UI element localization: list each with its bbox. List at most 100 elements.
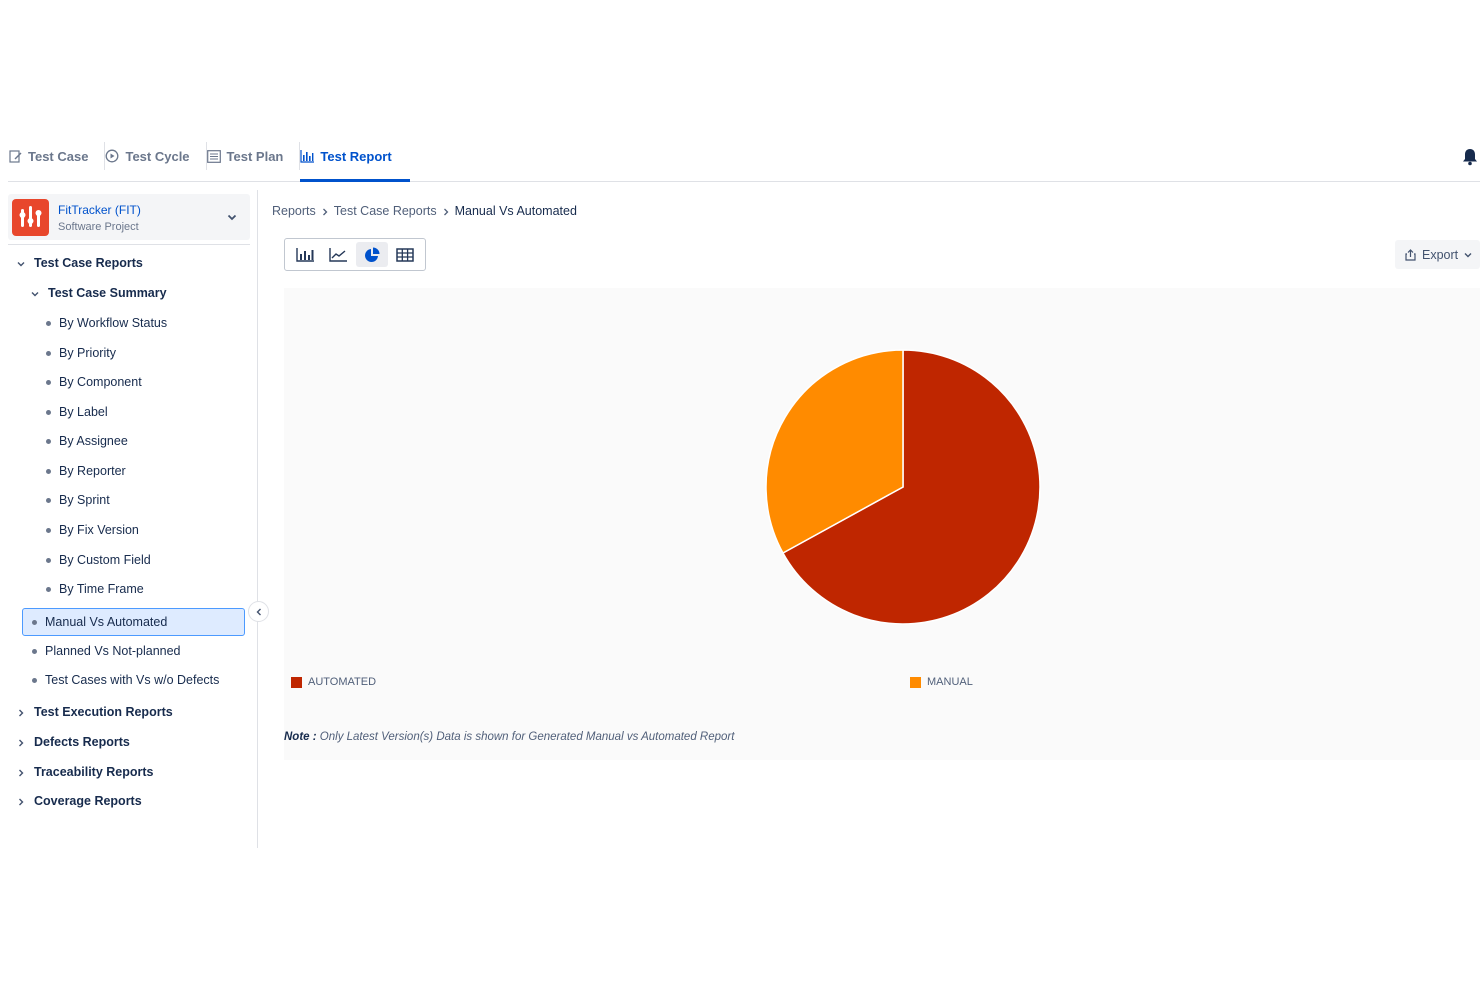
nav-planned-vs-not-planned[interactable]: Planned Vs Not-planned — [32, 644, 181, 658]
bell-icon[interactable] — [1462, 148, 1478, 166]
bar-chart-icon — [296, 247, 314, 262]
nav-test-case-summary[interactable]: Test Case Summary — [30, 286, 167, 300]
nav-label: Manual Vs Automated — [45, 615, 168, 629]
chevron-right-icon — [16, 767, 26, 777]
nav-by-priority[interactable]: By Priority — [46, 346, 116, 360]
chevron-right-icon — [442, 206, 450, 216]
pie-chart-icon — [364, 247, 380, 262]
legend-item-automated[interactable]: AUTOMATED — [291, 676, 376, 688]
chart-type-switch — [284, 238, 426, 271]
nav-coverage-reports[interactable]: Coverage Reports — [16, 794, 142, 808]
chevron-down-icon — [30, 288, 40, 298]
chevron-down-icon — [16, 258, 26, 268]
nav-by-custom-field[interactable]: By Custom Field — [46, 553, 151, 567]
bullet — [32, 677, 37, 683]
project-type: Software Project — [58, 221, 139, 233]
chevron-down-icon — [1464, 252, 1472, 257]
report-note: Note : Only Latest Version(s) Data is sh… — [284, 731, 734, 743]
breadcrumb-current: Manual Vs Automated — [454, 204, 577, 218]
cycle-icon — [105, 149, 119, 163]
nav-label: By Workflow Status — [59, 316, 168, 330]
nav-label: By Time Frame — [59, 582, 144, 596]
bullet — [46, 379, 51, 385]
tab-test-plan[interactable]: Test Plan — [206, 134, 300, 178]
table-icon — [396, 247, 414, 262]
bullet — [46, 557, 51, 563]
chevron-right-icon — [321, 206, 329, 216]
chevron-down-icon — [226, 210, 238, 222]
project-name: FitTracker (FIT) — [58, 203, 141, 217]
legend-label: MANUAL — [927, 676, 973, 688]
pie-chart-view-button[interactable] — [356, 242, 388, 267]
bullet — [46, 438, 51, 444]
nav-test-cases-with-vs-without-defects[interactable]: Test Cases with Vs w/o Defects — [32, 673, 219, 687]
tab-test-case[interactable]: Test Case — [8, 134, 104, 178]
sidebar-collapse-button[interactable] — [248, 601, 269, 622]
nav-label: By Custom Field — [59, 553, 151, 567]
tab-test-cycle[interactable]: Test Cycle — [105, 134, 205, 178]
table-view-button[interactable] — [390, 242, 422, 267]
nav-label: By Assignee — [59, 434, 128, 448]
nav-test-execution-reports[interactable]: Test Execution Reports — [16, 705, 173, 719]
nav-by-workflow-status[interactable]: By Workflow Status — [46, 316, 167, 330]
nav-label: Traceability Reports — [34, 765, 154, 779]
bar-chart-icon — [300, 149, 315, 163]
pie-chart — [765, 349, 1041, 625]
nav-label: By Component — [59, 375, 142, 389]
tab-label: Test Report — [320, 148, 392, 164]
nav-by-label[interactable]: By Label — [46, 405, 108, 419]
nav-test-case-reports[interactable]: Test Case Reports — [16, 256, 143, 270]
chevron-right-icon — [16, 737, 26, 747]
bar-chart-view-button[interactable] — [289, 242, 321, 267]
line-chart-view-button[interactable] — [323, 242, 355, 267]
legend-label: AUTOMATED — [308, 676, 377, 688]
note-label: Note : — [284, 731, 317, 743]
note-text: Only Latest Version(s) Data is shown for… — [319, 731, 735, 743]
nav-label: By Label — [59, 405, 108, 419]
nav-label: By Fix Version — [59, 523, 139, 537]
bullet — [46, 350, 51, 356]
nav-by-component[interactable]: By Component — [46, 375, 142, 389]
nav-label: By Priority — [59, 346, 116, 360]
export-button[interactable]: Export — [1395, 240, 1480, 269]
breadcrumb-reports[interactable]: Reports — [272, 204, 316, 218]
nav-defects-reports[interactable]: Defects Reports — [16, 735, 130, 749]
bullet — [46, 497, 51, 503]
nav-label: Defects Reports — [34, 735, 130, 749]
export-icon — [1405, 248, 1416, 261]
bullet — [32, 648, 37, 654]
legend-item-manual[interactable]: MANUAL — [910, 676, 973, 688]
edit-icon — [8, 149, 22, 163]
breadcrumb-test-case-reports[interactable]: Test Case Reports — [334, 204, 437, 218]
nav-by-fix-version[interactable]: By Fix Version — [46, 523, 139, 537]
bullet — [46, 320, 51, 326]
bullet — [46, 586, 51, 592]
line-chart-icon — [329, 247, 348, 262]
project-selector[interactable]: FitTracker (FIT) Software Project — [8, 194, 250, 240]
nav-label: Test Execution Reports — [34, 705, 173, 719]
nav-label: Coverage Reports — [34, 794, 142, 808]
tab-test-report[interactable]: Test Report — [300, 134, 410, 182]
nav-manual-vs-automated[interactable]: Manual Vs Automated — [22, 608, 245, 636]
divider — [8, 244, 250, 245]
legend-swatch — [910, 676, 921, 688]
nav-traceability-reports[interactable]: Traceability Reports — [16, 765, 154, 779]
bullet — [46, 409, 51, 415]
nav-label: Test Cases with Vs w/o Defects — [45, 673, 220, 687]
nav-by-assignee[interactable]: By Assignee — [46, 434, 128, 448]
nav-by-reporter[interactable]: By Reporter — [46, 464, 126, 478]
tab-label: Test Case — [28, 148, 89, 164]
module-tabbar: Test Case Test Cycle Test Plan Test Repo… — [8, 134, 1480, 182]
nav-label: By Reporter — [59, 464, 126, 478]
breadcrumb: Reports Test Case Reports Manual Vs Auto… — [272, 204, 577, 218]
chevron-right-icon — [16, 707, 26, 717]
nav-label: By Sprint — [59, 493, 110, 507]
nav-label: Planned Vs Not-planned — [45, 644, 181, 658]
nav-by-sprint[interactable]: By Sprint — [46, 493, 110, 507]
reports-sidebar: FitTracker (FIT) Software Project Test C… — [8, 190, 258, 848]
nav-by-time-frame[interactable]: By Time Frame — [46, 582, 144, 596]
chevron-right-icon — [16, 796, 26, 806]
legend-swatch — [291, 676, 302, 688]
tab-label: Test Plan — [226, 148, 284, 164]
chevron-left-icon — [256, 608, 261, 615]
